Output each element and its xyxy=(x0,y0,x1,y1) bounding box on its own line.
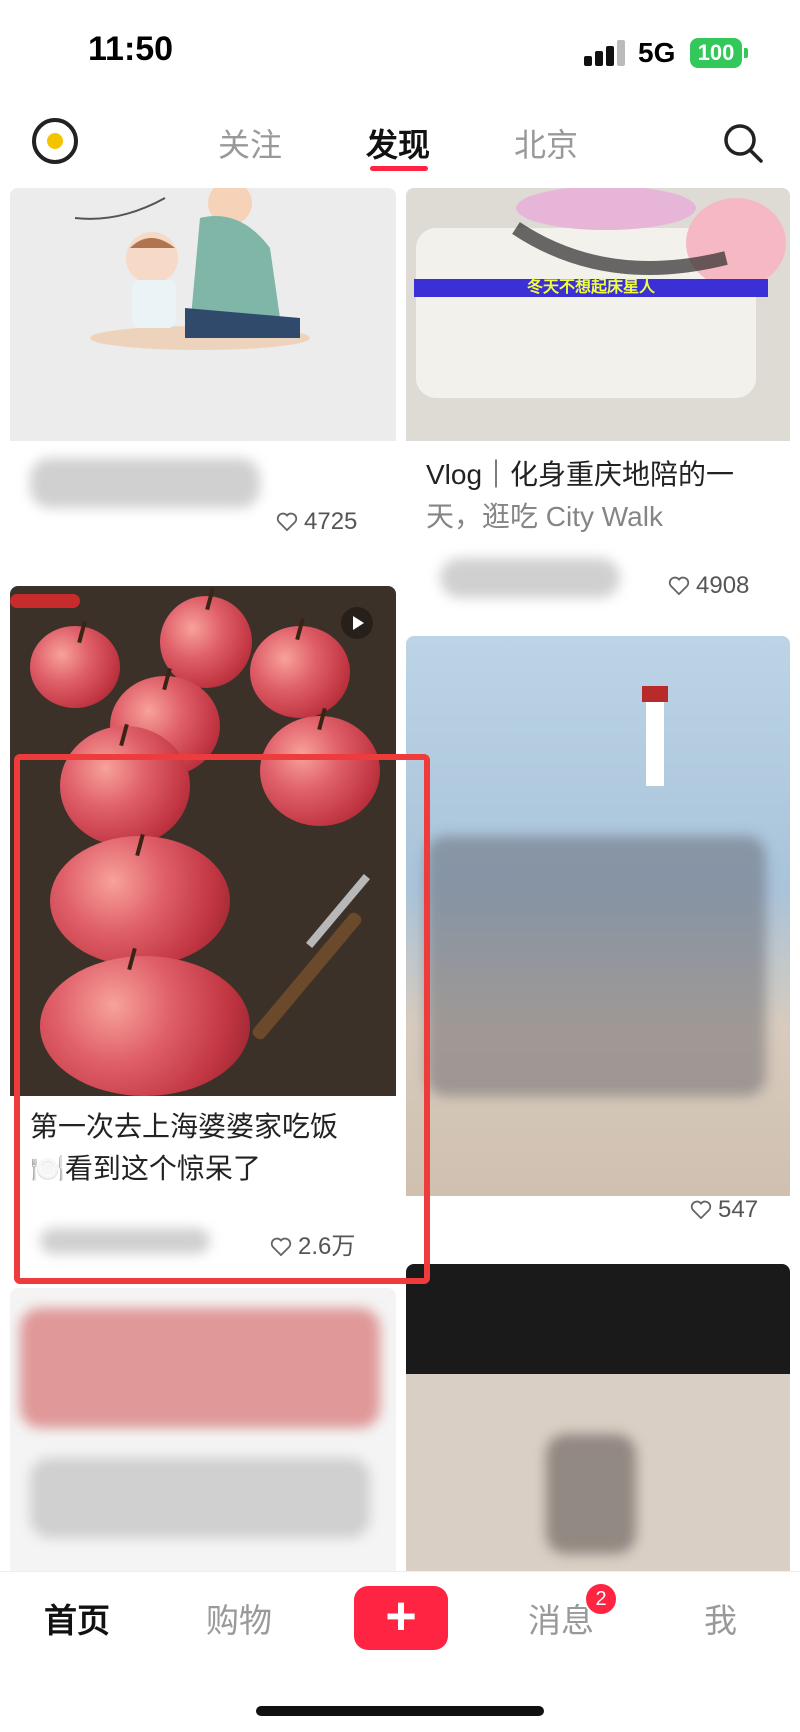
tab-follow[interactable]: 关注 xyxy=(218,120,282,166)
illustration xyxy=(10,188,396,441)
card-image: 冬天不想起床星人 xyxy=(406,188,790,441)
likes-count[interactable]: 4908 xyxy=(668,572,749,600)
card-image xyxy=(406,636,790,1196)
camera-lens-icon[interactable] xyxy=(32,118,78,164)
overlay-caption: 冬天不想起床星人 xyxy=(414,279,768,297)
photo-bed xyxy=(406,188,790,441)
search-icon[interactable] xyxy=(722,122,764,164)
heart-icon xyxy=(276,512,298,531)
feed-card[interactable]: 4725 xyxy=(10,188,396,548)
discover-feed[interactable]: 4725 冬天不想起床星人 Vlog｜化身重庆地陪的一 天，逛吃 City Wa… xyxy=(0,188,800,1571)
nav-shopping[interactable]: 购物 xyxy=(206,1594,272,1642)
create-post-button[interactable]: + xyxy=(354,1586,448,1650)
heart-icon xyxy=(690,1200,712,1219)
top-nav: 关注 发现 北京 xyxy=(0,100,800,188)
home-indicator xyxy=(256,1706,544,1716)
likes-count[interactable]: 547 xyxy=(690,1196,758,1224)
messages-badge: 2 xyxy=(584,1582,618,1616)
signal-icon xyxy=(584,40,628,66)
bottom-nav: 首页 购物 + 消息 2 我 xyxy=(0,1571,800,1732)
tab-beijing[interactable]: 北京 xyxy=(514,120,578,166)
feed-card[interactable] xyxy=(406,636,790,1256)
status-bar: 11:50 5G 100 xyxy=(0,0,800,100)
play-icon xyxy=(341,607,373,639)
nav-home[interactable]: 首页 xyxy=(44,1594,110,1642)
battery-icon: 100 xyxy=(690,38,748,68)
card-title[interactable]: Vlog｜化身重庆地陪的一 天，逛吃 City Walk xyxy=(426,454,734,538)
likes-count[interactable]: 4725 xyxy=(276,508,357,536)
nav-me[interactable]: 我 xyxy=(704,1594,737,1642)
feed-card[interactable] xyxy=(406,1264,790,1571)
feed-card[interactable] xyxy=(10,1288,396,1571)
active-tab-indicator xyxy=(370,166,428,171)
annotation-highlight xyxy=(14,754,430,1284)
feed-card[interactable]: 冬天不想起床星人 Vlog｜化身重庆地陪的一 天，逛吃 City Walk xyxy=(406,188,790,588)
tab-discover[interactable]: 发现 xyxy=(366,120,430,166)
card-image xyxy=(10,188,396,441)
status-time: 11:50 xyxy=(88,30,174,68)
heart-icon xyxy=(668,576,690,595)
network-type: 5G xyxy=(638,37,676,68)
